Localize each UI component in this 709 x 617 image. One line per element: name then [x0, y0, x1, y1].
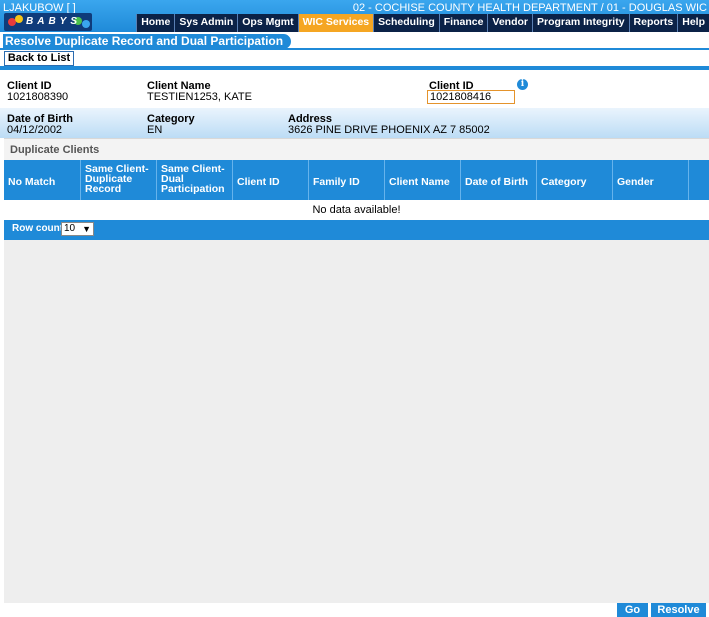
nav-item-reports[interactable]: Reports — [628, 14, 678, 32]
page-title: Resolve Duplicate Record and Dual Partic… — [3, 34, 292, 49]
dob-value: 04/12/2002 — [7, 124, 63, 136]
nav-item-vendor[interactable]: Vendor — [487, 14, 532, 32]
department-label: 02 - COCHISE COUNTY HEALTH DEPARTMENT / … — [352, 2, 707, 14]
content-area — [4, 240, 709, 603]
chevron-down-icon: ▼ — [82, 224, 91, 234]
top-bar: LJAKUBOW [ ] 02 - COCHISE COUNTY HEALTH … — [0, 0, 709, 32]
column-header[interactable]: Client Name — [385, 160, 461, 200]
nav-item-sys-admin[interactable]: Sys Admin — [174, 14, 237, 32]
table-footer: Row count: 10 ▼ — [4, 220, 709, 240]
duplicate-clients-header: Duplicate Clients — [4, 138, 709, 160]
column-header[interactable]: Gender — [613, 160, 689, 200]
section-title: Duplicate Clients — [10, 144, 100, 156]
info-icon[interactable]: i — [517, 79, 528, 90]
row-count-value: 10 — [64, 223, 76, 234]
client-name-value: TESTIEN1253, KATE — [147, 91, 252, 103]
address-value: 3626 PINE DRIVE PHOENIX AZ 7 85002 — [288, 124, 490, 136]
column-header[interactable]: Family ID — [309, 160, 385, 200]
client-header: Client ID 1021808390 Client Name TESTIEN… — [0, 70, 709, 108]
nav-item-scheduling[interactable]: Scheduling — [373, 14, 439, 32]
category-value: EN — [147, 124, 163, 136]
table-header: No Match Same Client-Duplicate Record Same… — [4, 160, 709, 200]
column-header[interactable]: Category — [537, 160, 613, 200]
row-count-select[interactable]: 10 ▼ — [61, 222, 94, 236]
nav-item-help[interactable]: Help — [677, 14, 709, 32]
column-header[interactable]: Date of Birth — [461, 160, 537, 200]
main-nav: Home Sys Admin Ops Mgmt WIC Services Schedul… — [136, 14, 709, 32]
divider — [0, 48, 709, 50]
empty-row: No data available! — [4, 200, 709, 220]
column-header[interactable]: Client ID — [233, 160, 309, 200]
nav-item-ops-mgmt[interactable]: Ops Mgmt — [237, 14, 297, 32]
nav-item-wic-services[interactable]: WIC Services — [297, 14, 374, 32]
nav-item-home[interactable]: Home — [136, 14, 174, 32]
row-count-label: Row count: — [12, 223, 67, 234]
column-header[interactable]: No Match — [4, 160, 81, 200]
back-to-list-button[interactable]: Back to List — [4, 51, 74, 66]
column-header[interactable]: Same Client-Dual Participation — [157, 160, 233, 200]
client-id-value: 1021808390 — [7, 91, 69, 103]
client-details: Date of Birth 04/12/2002 Category EN Add… — [0, 108, 709, 138]
nav-item-program-integrity[interactable]: Program Integrity — [532, 14, 629, 32]
nav-item-finance[interactable]: Finance — [438, 14, 488, 32]
go-button[interactable]: Go — [617, 603, 648, 617]
resolve-button[interactable]: Resolve — [651, 603, 706, 617]
column-header[interactable]: Same Client-Duplicate Record — [81, 160, 157, 200]
client-id-input[interactable] — [427, 90, 515, 104]
babys-logo-icon[interactable]: BABYS — [4, 13, 92, 31]
